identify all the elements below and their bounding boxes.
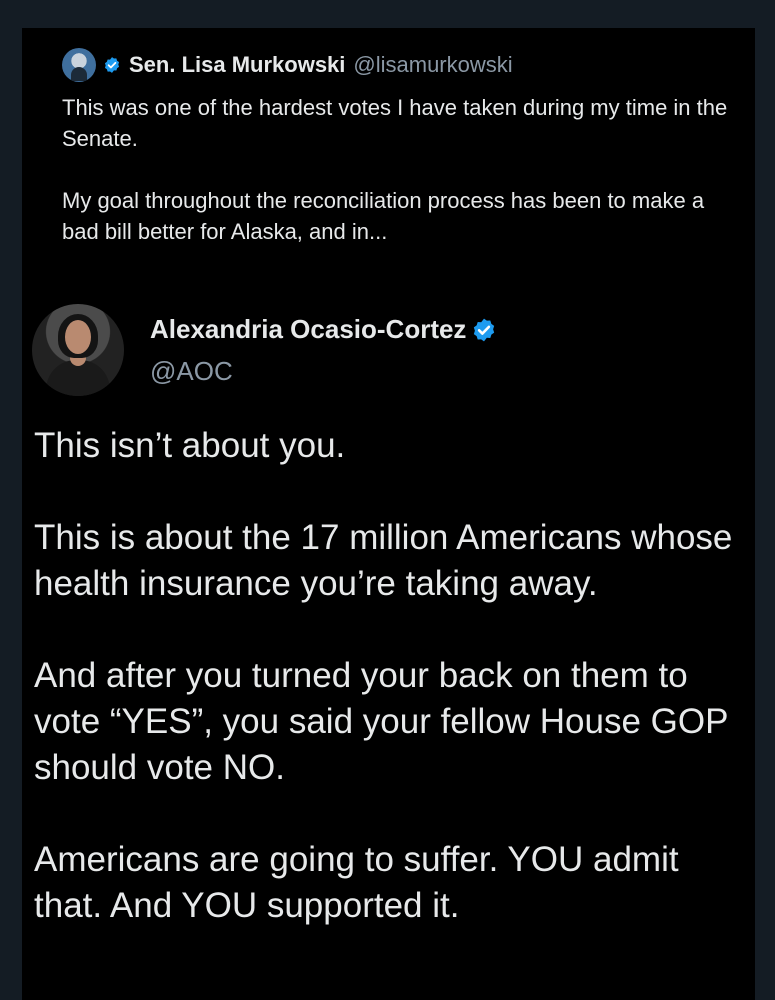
quoted-author-avatar[interactable] xyxy=(62,48,96,82)
tweet-paragraph: This isn’t about you. xyxy=(34,426,346,465)
author-name[interactable]: Alexandria Ocasio-Cortez xyxy=(150,314,466,345)
tweet-paragraph: And after you turned your back on them t… xyxy=(34,656,728,787)
quoted-paragraph: This was one of the hardest votes I have… xyxy=(62,95,728,151)
tweet-text: This isn’t about you. This is about the … xyxy=(34,423,749,929)
author-handle[interactable]: @AOC xyxy=(150,356,233,387)
tweet-header: Alexandria Ocasio-Cortez @AOC xyxy=(32,304,732,396)
verified-badge-icon xyxy=(474,318,495,341)
tweet-paragraph: Americans are going to suffer. YOU admit… xyxy=(34,840,679,925)
author-avatar[interactable] xyxy=(32,304,124,396)
quoted-paragraph: My goal throughout the reconciliation pr… xyxy=(62,188,705,244)
quoted-author-name[interactable]: Sen. Lisa Murkowski xyxy=(129,52,345,78)
tweet-card: Sen. Lisa Murkowski @lisamurkowski This … xyxy=(22,28,755,1000)
quoted-tweet-header: Sen. Lisa Murkowski @lisamurkowski xyxy=(62,48,742,82)
verified-badge-icon xyxy=(104,57,120,73)
quoted-tweet-text: This was one of the hardest votes I have… xyxy=(62,92,742,247)
quoted-author-handle[interactable]: @lisamurkowski xyxy=(353,52,512,78)
author-name-row[interactable]: Alexandria Ocasio-Cortez xyxy=(150,314,497,345)
tweet-paragraph: This is about the 17 million Americans w… xyxy=(34,518,733,603)
quoted-tweet[interactable]: Sen. Lisa Murkowski @lisamurkowski This … xyxy=(62,48,742,247)
